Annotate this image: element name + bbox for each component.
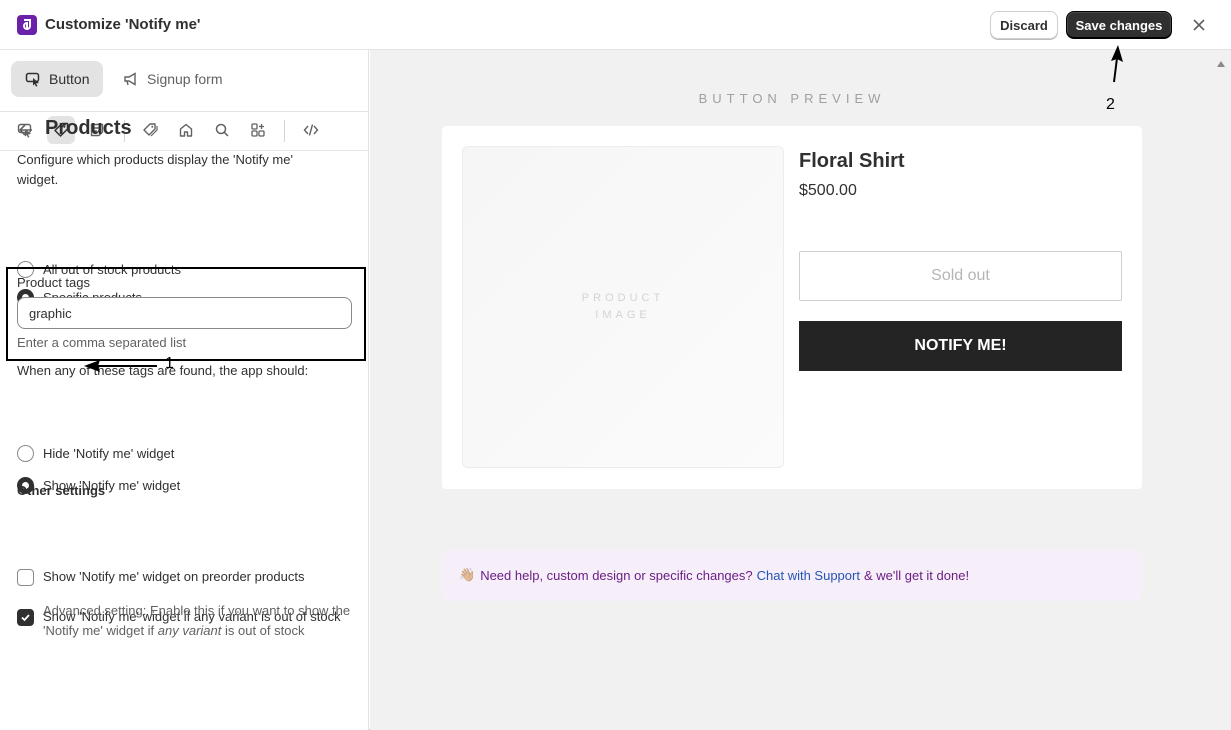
annotation-arrow-2 (1111, 45, 1123, 83)
annotation-number: 2 (1106, 96, 1115, 113)
annotation-number: 1 (165, 355, 174, 372)
annotation-arrow-1 (84, 360, 157, 372)
annotation-overlay (84, 45, 1123, 372)
